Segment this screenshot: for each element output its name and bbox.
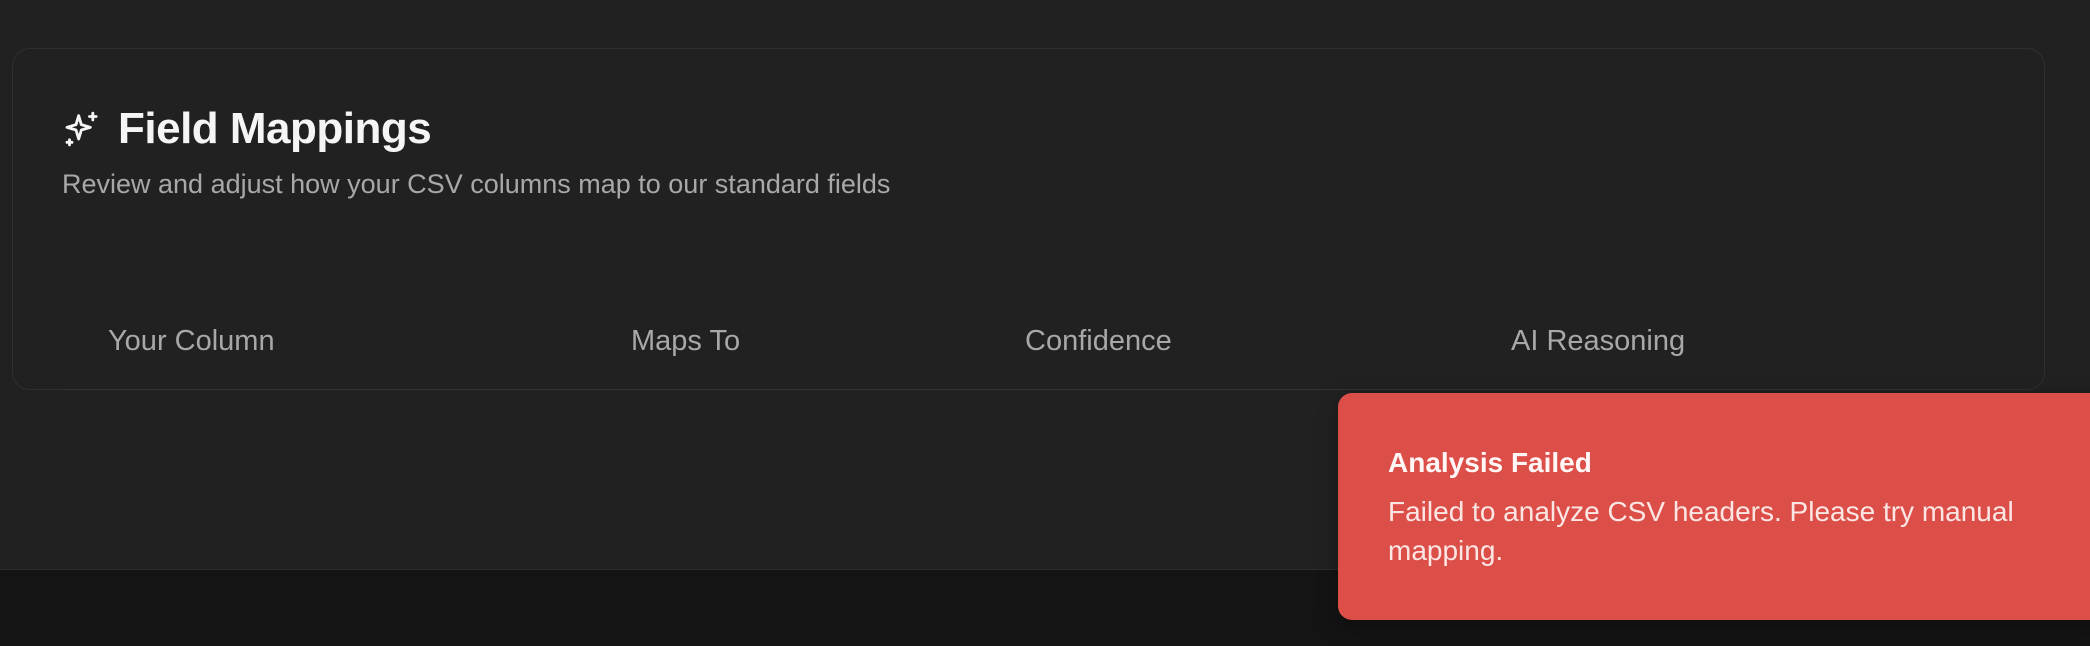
error-toast[interactable]: Analysis Failed Failed to analyze CSV he… <box>1338 393 2090 620</box>
card-subtitle: Review and adjust how your CSV columns m… <box>62 169 891 199</box>
column-header-ai-reasoning: AI Reasoning <box>1511 325 1686 357</box>
page: Field Mappings Review and adjust how you… <box>0 0 2090 646</box>
toast-title: Analysis Failed <box>1388 447 1592 478</box>
toast-message: Failed to analyze CSV headers. Please tr… <box>1388 496 2014 566</box>
title-row: Field Mappings <box>62 101 1995 157</box>
sparkles-icon <box>62 109 102 149</box>
column-header-confidence: Confidence <box>1025 325 1172 357</box>
field-mappings-card: Field Mappings Review and adjust how you… <box>12 48 2045 390</box>
column-header-maps-to: Maps To <box>631 325 741 357</box>
card-header: Field Mappings Review and adjust how you… <box>62 101 1995 202</box>
mapping-table-header: Your Column Maps To Confidence AI Reason… <box>62 285 1999 390</box>
card-title: Field Mappings <box>118 104 432 153</box>
column-header-your-column: Your Column <box>108 325 275 357</box>
